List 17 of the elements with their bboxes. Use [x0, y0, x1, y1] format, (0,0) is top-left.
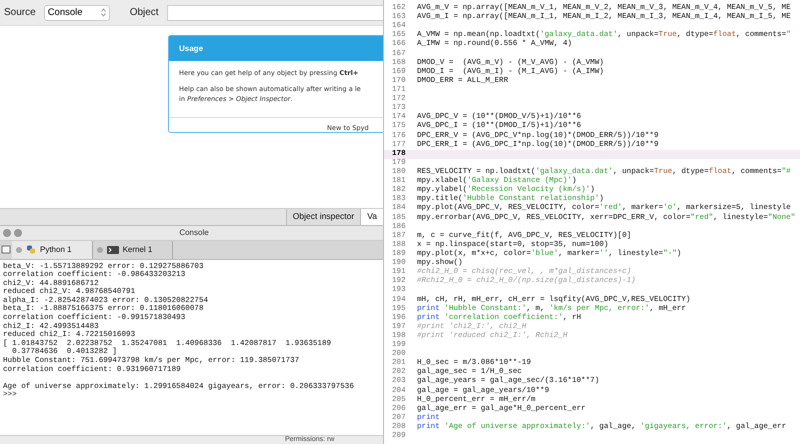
- pane-tab[interactable]: Va: [360, 208, 383, 224]
- python-icon: [26, 245, 36, 254]
- close-tab-icon[interactable]: [96, 246, 103, 252]
- source-label: Source: [4, 7, 36, 18]
- object-field[interactable]: [166, 4, 383, 20]
- updown-icon: [100, 8, 106, 17]
- close-button[interactable]: [3, 228, 11, 236]
- undock-button[interactable]: [14, 228, 22, 236]
- console-tab[interactable]: Python 1: [12, 240, 93, 258]
- usage-title: Usage: [169, 36, 383, 61]
- source-dropdown[interactable]: Console: [44, 4, 110, 20]
- pane-tab[interactable]: Object inspector: [286, 208, 360, 224]
- console-title: Console: [178, 228, 210, 237]
- terminal-icon: [106, 246, 119, 254]
- close-tab-icon[interactable]: [16, 246, 22, 252]
- object-label: Object: [130, 7, 159, 18]
- console-tab[interactable]: Kernel 1: [92, 240, 174, 258]
